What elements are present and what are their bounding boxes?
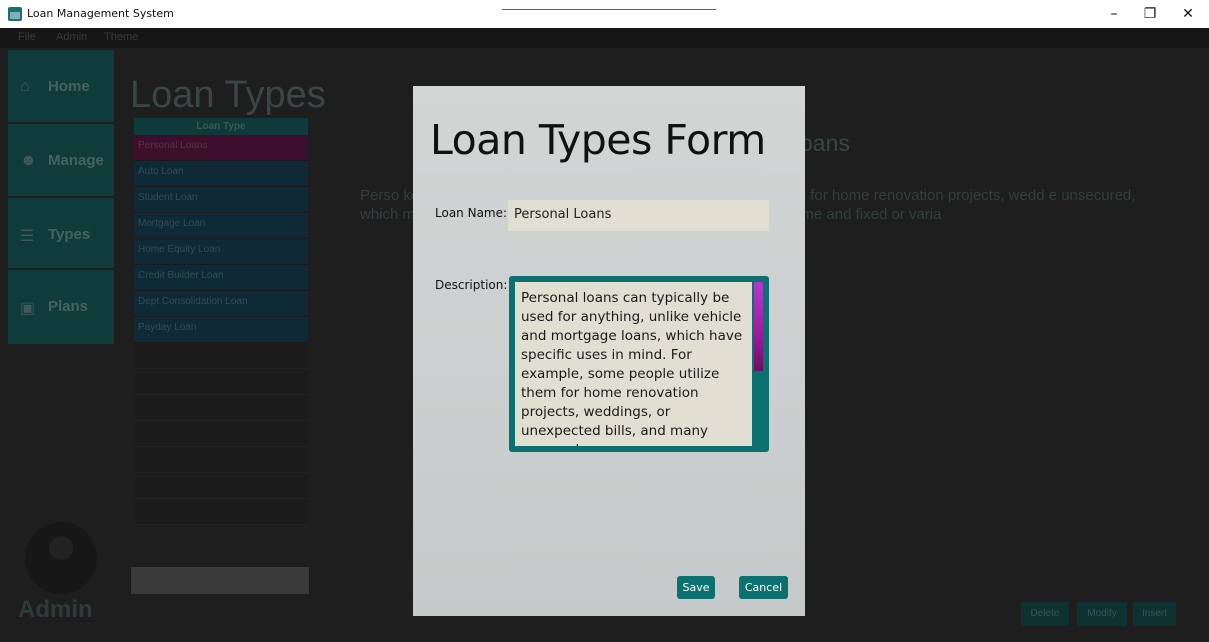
description-frame: Personal loans can typically be used for… (509, 276, 769, 452)
minimize-button[interactable]: – (1099, 4, 1129, 24)
list-item-empty (134, 421, 308, 447)
home-icon: ⌂ (20, 78, 30, 95)
menu-admin[interactable]: Admin (56, 31, 87, 43)
list-item[interactable]: Home Equity Loan (134, 239, 308, 265)
save-button[interactable]: Save (677, 576, 715, 599)
users-icon: ☻ (20, 152, 37, 169)
menu-theme[interactable]: Theme (104, 31, 138, 43)
menu-file[interactable]: File (18, 31, 36, 43)
loan-name-field[interactable]: Personal Loans (508, 200, 769, 231)
dialog-title: Loan Types Form (430, 116, 766, 164)
menu-bar: File Admin Theme (0, 28, 1209, 48)
search-input[interactable] (131, 567, 309, 594)
detail-heading: oans (800, 130, 850, 156)
list-item-empty (134, 473, 308, 499)
loan-types-form-dialog: Loan Types Form Loan Name: Personal Loan… (413, 86, 805, 616)
delete-button[interactable]: Delete (1021, 602, 1069, 626)
description-label: Description: (435, 278, 508, 292)
close-button[interactable]: ✕ (1173, 4, 1203, 24)
loan-name-label: Loan Name: (435, 206, 508, 220)
list-item-empty (134, 343, 308, 369)
list-item[interactable]: Payday Loan (134, 317, 308, 343)
cancel-button[interactable]: Cancel (739, 576, 788, 599)
list-item[interactable]: Dept Consolidation Loan (134, 291, 308, 317)
sidebar-item-home[interactable]: ⌂ Home (8, 50, 114, 122)
sidebar-item-label: Plans (48, 298, 89, 315)
list-item[interactable]: Student Loan (134, 187, 308, 213)
list-item-empty (134, 369, 308, 395)
app-icon (8, 7, 22, 21)
title-accent-line (502, 9, 716, 10)
user-name: Admin (18, 596, 93, 623)
modify-button[interactable]: Modify (1077, 602, 1127, 626)
list-item[interactable]: Personal Loans (134, 135, 308, 161)
sidebar-item-label: Home (48, 78, 90, 95)
loan-type-list: Loan Type Personal Loans Auto Loan Stude… (134, 118, 308, 538)
page-title: Loan Types (130, 74, 326, 116)
money-icon: ▣ (20, 300, 36, 317)
list-item-empty (134, 395, 308, 421)
title-bar: Loan Management System – ❐ ✕ (0, 0, 1209, 28)
description-scrollbar[interactable] (754, 282, 763, 371)
list-item[interactable]: Credit Builder Loan (134, 265, 308, 291)
sidebar-item-plans[interactable]: ▣ Plans (8, 270, 114, 344)
list-item-empty (134, 447, 308, 473)
list-item-empty (134, 499, 308, 525)
sidebar-item-types[interactable]: ☰ Types (8, 198, 114, 268)
window-title: Loan Management System (27, 7, 174, 20)
sidebar-item-manage[interactable]: ☻ Manage (8, 124, 114, 196)
avatar (25, 522, 97, 594)
sidebar-item-label: Manage (48, 152, 104, 169)
list-item[interactable]: Mortgage Loan (134, 213, 308, 239)
insert-button[interactable]: Insert (1133, 602, 1176, 626)
sidebar-item-label: Types (48, 226, 91, 243)
list-icon: ☰ (20, 228, 35, 245)
list-header: Loan Type (134, 118, 308, 135)
maximize-button[interactable]: ❐ (1135, 4, 1165, 24)
description-textarea[interactable]: Personal loans can typically be used for… (515, 282, 752, 446)
list-item[interactable]: Auto Loan (134, 161, 308, 187)
